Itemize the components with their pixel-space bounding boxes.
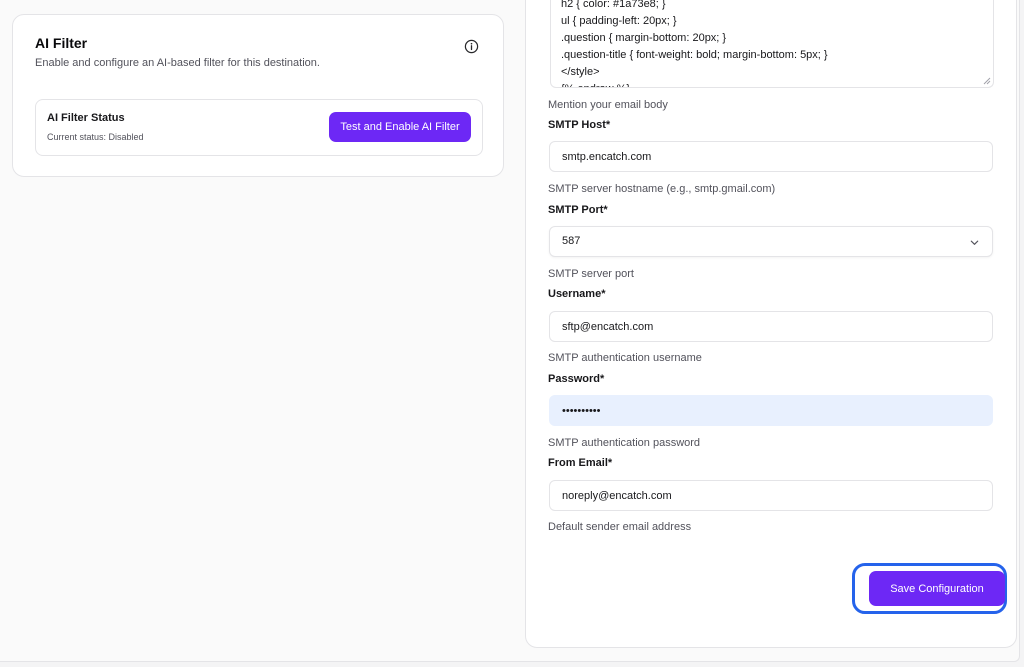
ai-filter-status-title: AI Filter Status xyxy=(47,112,125,124)
from-email-label: From Email* xyxy=(548,457,613,469)
email-body-content: h2 { color: #1a73e8; } ul { padding-left:… xyxy=(561,0,828,87)
smtp-port-value: 587 xyxy=(562,235,581,247)
save-configuration-button[interactable]: Save Configuration xyxy=(869,571,1005,606)
email-body-line: .question { margin-bottom: 20px; } xyxy=(561,32,727,44)
smtp-port-help: SMTP server port xyxy=(548,268,634,280)
page-background: AI Filter Enable and configure an AI-bas… xyxy=(0,0,1020,662)
smtp-host-help: SMTP server hostname (e.g., smtp.gmail.c… xyxy=(548,183,776,195)
smtp-host-label: SMTP Host* xyxy=(548,119,611,131)
resize-grip-icon[interactable] xyxy=(983,77,991,85)
ai-filter-status-box: AI Filter Status Current status: Disable… xyxy=(35,99,483,156)
username-input[interactable] xyxy=(549,311,993,342)
password-input[interactable] xyxy=(549,395,993,426)
chevron-down-icon xyxy=(970,240,979,245)
password-label: Password* xyxy=(548,373,605,385)
from-email-input[interactable] xyxy=(549,480,993,511)
email-body-line: h2 { color: #1a73e8; } xyxy=(561,0,666,10)
smtp-port-label: SMTP Port* xyxy=(548,204,608,216)
ai-filter-title: AI Filter xyxy=(35,35,88,51)
password-help: SMTP authentication password xyxy=(548,437,701,449)
email-body-line: .question-title { font-weight: bold; mar… xyxy=(561,49,828,61)
email-body-line: ul { padding-left: 20px; } xyxy=(561,15,677,27)
smtp-host-input[interactable] xyxy=(549,141,993,172)
username-label: Username* xyxy=(548,288,606,300)
test-enable-ai-filter-button[interactable]: Test and Enable AI Filter xyxy=(329,112,471,142)
ai-filter-status-text: Current status: Disabled xyxy=(47,132,144,142)
ai-filter-card: AI Filter Enable and configure an AI-bas… xyxy=(12,14,504,177)
email-body-line: </style> xyxy=(561,66,600,78)
email-body-help: Mention your email body xyxy=(548,99,668,111)
smtp-port-select[interactable]: 587 xyxy=(549,226,993,257)
ai-filter-description: Enable and configure an AI-based filter … xyxy=(35,57,320,69)
username-help: SMTP authentication username xyxy=(548,352,702,364)
info-icon[interactable] xyxy=(464,39,479,54)
smtp-configuration-card: h2 { color: #1a73e8; } ul { padding-left:… xyxy=(525,0,1017,648)
email-body-line: {% endraw %} xyxy=(561,81,828,87)
email-body-textarea[interactable]: h2 { color: #1a73e8; } ul { padding-left:… xyxy=(550,0,994,88)
from-email-help: Default sender email address xyxy=(548,521,692,533)
